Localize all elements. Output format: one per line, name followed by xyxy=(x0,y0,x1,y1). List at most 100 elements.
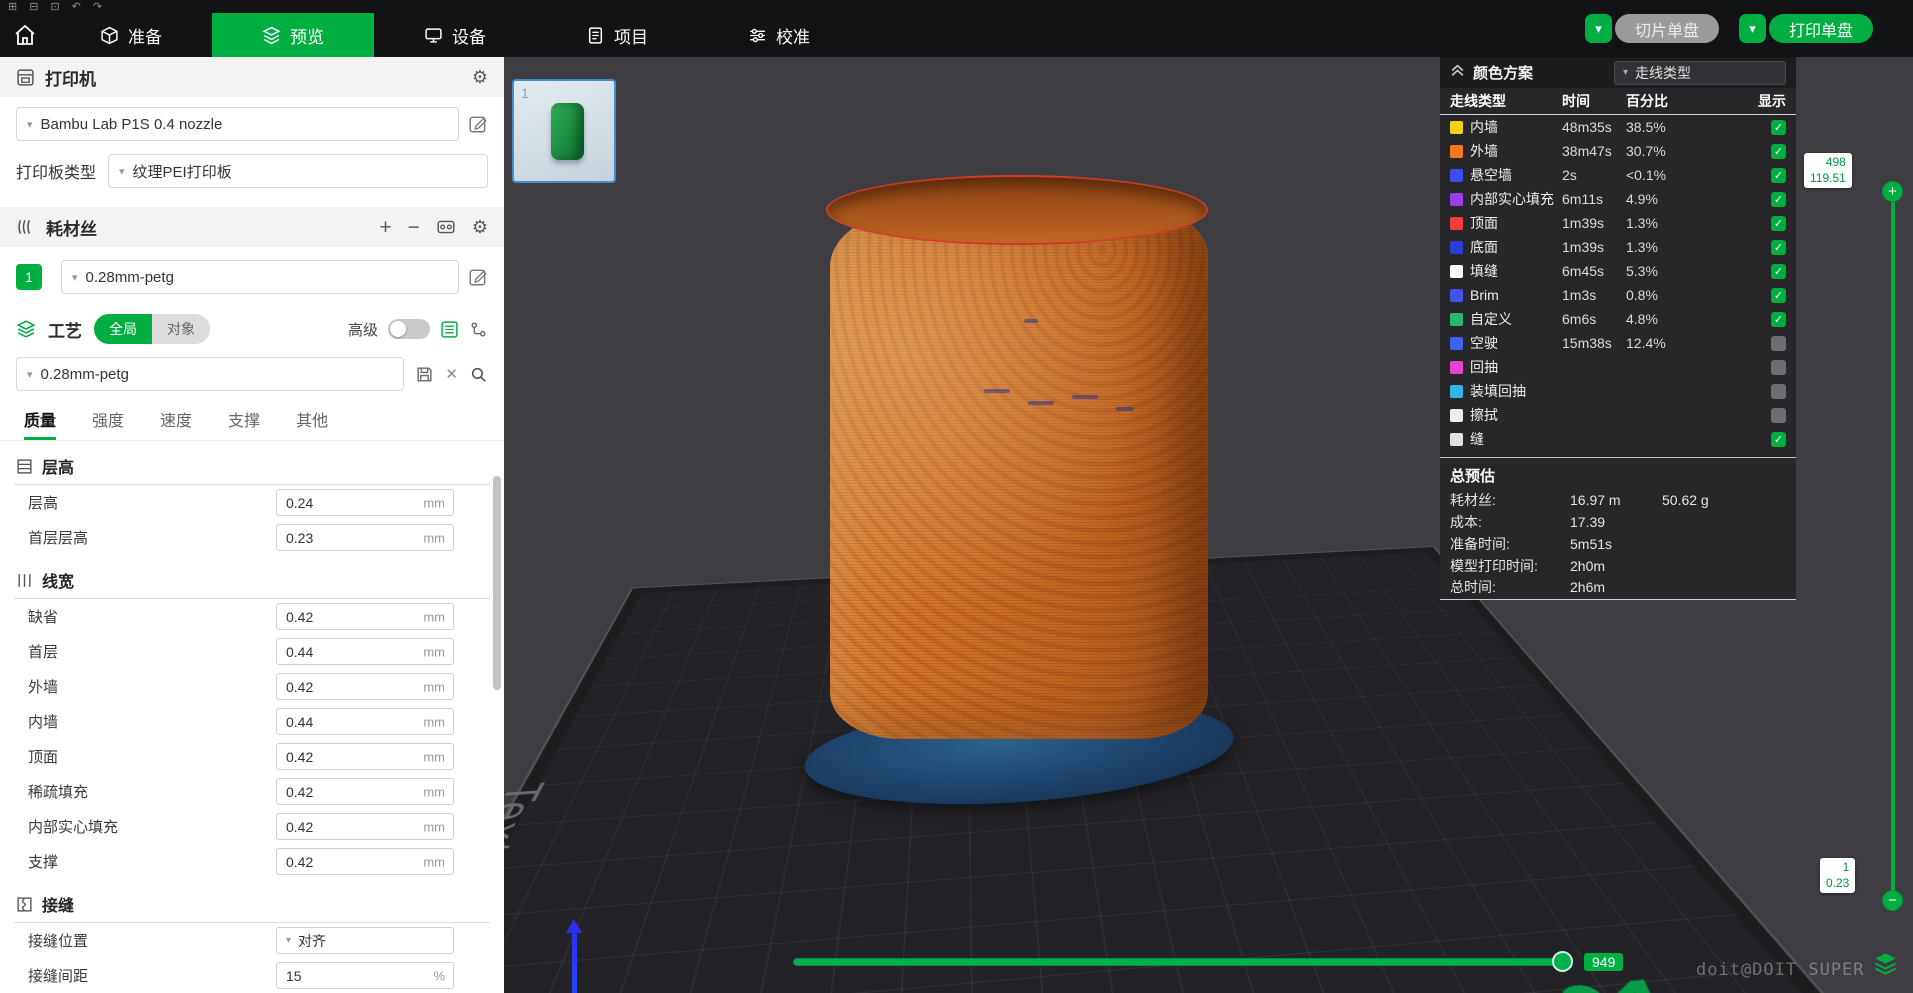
view-mode-select[interactable]: ▾ 走线类型 xyxy=(1614,61,1786,85)
slice-plate-button[interactable]: 切片单盘 xyxy=(1615,14,1719,43)
home-button[interactable] xyxy=(0,13,50,57)
color-swatch xyxy=(1450,337,1463,350)
legend-time: 38m47s xyxy=(1562,143,1626,159)
settings-sidebar: 打印机 ⚙ ▾ Bambu Lab P1S 0.4 nozzle 打印板类型 ▾… xyxy=(0,57,504,993)
tab-support[interactable]: 支撑 xyxy=(228,407,260,440)
advanced-toggle[interactable] xyxy=(388,319,430,339)
slice-split-button: ▾ 切片单盘 xyxy=(1585,14,1719,43)
process-section-title: 工艺 xyxy=(48,317,82,342)
tab-others[interactable]: 其他 xyxy=(296,407,328,440)
close-icon[interactable]: ✕ xyxy=(445,367,458,382)
top-layer-number: 498 xyxy=(1810,155,1846,171)
tab-strength[interactable]: 强度 xyxy=(92,407,124,440)
layer-slider-bottom-label: 1 0.23 xyxy=(1820,858,1855,893)
sidebar-scrollbar[interactable] xyxy=(493,476,501,690)
color-swatch xyxy=(1450,409,1463,422)
print-split-button: ▾ 打印单盘 xyxy=(1739,14,1873,43)
col-line-type: 走线类型 xyxy=(1450,91,1562,111)
move-slider[interactable] xyxy=(793,958,1563,966)
slice-dropdown-button[interactable]: ▾ xyxy=(1585,14,1612,43)
add-filament-button[interactable]: + xyxy=(379,217,391,238)
redo-icon[interactable]: ↷ xyxy=(93,2,102,13)
print-dropdown-button[interactable]: ▾ xyxy=(1739,14,1766,43)
legend-visibility-checkbox[interactable] xyxy=(1771,240,1786,255)
legend-visibility-checkbox[interactable] xyxy=(1771,216,1786,231)
layer-slider-top-handle[interactable]: + xyxy=(1882,181,1903,202)
section-seam: 接缝 xyxy=(14,879,490,923)
color-swatch xyxy=(1450,193,1463,206)
remove-filament-button[interactable]: − xyxy=(408,217,420,238)
new-icon[interactable]: ⊞ xyxy=(8,2,17,13)
layer-slider-bottom-handle[interactable]: − xyxy=(1882,890,1903,911)
filament-settings-gear-icon[interactable]: ⚙ xyxy=(472,218,488,236)
legend-label: 填缝 xyxy=(1470,261,1498,281)
print-plate-button[interactable]: 打印单盘 xyxy=(1769,14,1873,43)
legend-label: 悬空墙 xyxy=(1470,165,1512,185)
tab-calibration[interactable]: 校准 xyxy=(698,13,860,57)
printer-select[interactable]: ▾ Bambu Lab P1S 0.4 nozzle xyxy=(16,107,459,141)
param-input[interactable] xyxy=(276,962,454,989)
layer-slider[interactable] xyxy=(1891,192,1895,900)
legend-visibility-checkbox[interactable] xyxy=(1771,312,1786,327)
plate-type-select[interactable]: ▾ 纹理PEI打印板 xyxy=(108,154,488,188)
printer-edit-icon[interactable] xyxy=(468,114,488,134)
param-table-icon[interactable] xyxy=(440,320,459,339)
thumbnail-model xyxy=(551,103,584,160)
legend-visibility-checkbox[interactable] xyxy=(1771,144,1786,159)
legend-time: 1m39s xyxy=(1562,239,1626,255)
seam-position-select[interactable]: ▾ 对齐 xyxy=(276,927,454,954)
flush-volumes-icon[interactable] xyxy=(436,217,456,237)
filament-select[interactable]: ▾ 0.28mm-petg xyxy=(61,260,459,294)
printer-settings-gear-icon[interactable]: ⚙ xyxy=(472,68,488,86)
legend-pct: <0.1% xyxy=(1626,167,1736,183)
plate-thumbnail-1[interactable]: 1 xyxy=(512,79,616,183)
legend-visibility-checkbox[interactable] xyxy=(1771,120,1786,135)
process-preset-select[interactable]: ▾ 0.28mm-petg xyxy=(16,357,404,391)
move-slider-handle[interactable] xyxy=(1552,951,1573,972)
bottom-layer-number: 1 xyxy=(1826,860,1849,876)
mode-global-button[interactable]: 全局 xyxy=(94,314,152,344)
printed-model[interactable] xyxy=(830,207,1208,739)
tab-prepare[interactable]: 准备 xyxy=(50,13,212,57)
build-plate[interactable]: Textured PEI Plate 01 xyxy=(504,546,1913,993)
legend-visibility-checkbox[interactable] xyxy=(1771,432,1786,447)
param-unit: mm xyxy=(423,854,445,869)
chevron-down-icon: ▾ xyxy=(27,368,33,381)
tab-preview[interactable]: 预览 xyxy=(212,13,374,57)
summary-value: 2h0m xyxy=(1570,558,1662,574)
legend-row: Brim 1m3s 0.8% xyxy=(1440,283,1796,307)
filament-select-value: 0.28mm-petg xyxy=(86,269,174,286)
filament-slot-badge[interactable]: 1 xyxy=(16,264,42,290)
legend-visibility-checkbox[interactable] xyxy=(1771,264,1786,279)
save-icon[interactable]: ⊡ xyxy=(50,2,59,13)
param-label: 接缝位置 xyxy=(28,930,276,951)
assembly-view-icon[interactable] xyxy=(1872,950,1899,982)
legend-visibility-checkbox[interactable] xyxy=(1771,168,1786,183)
legend-row: 填缝 6m45s 5.3% xyxy=(1440,259,1796,283)
legend-time: 1m39s xyxy=(1562,215,1626,231)
tab-device[interactable]: 设备 xyxy=(374,13,536,57)
color-swatch xyxy=(1450,289,1463,302)
undo-icon[interactable]: ↶ xyxy=(72,2,81,13)
color-swatch xyxy=(1450,241,1463,254)
tab-speed[interactable]: 速度 xyxy=(160,407,192,440)
plate-type-row: 打印板类型 ▾ 纹理PEI打印板 xyxy=(0,154,504,188)
calibration-icon xyxy=(748,26,767,45)
tab-quality[interactable]: 质量 xyxy=(24,407,56,440)
legend-visibility-checkbox[interactable] xyxy=(1771,192,1786,207)
search-icon[interactable] xyxy=(469,365,488,384)
legend-visibility-checkbox[interactable] xyxy=(1771,384,1786,399)
summary-row: 总时间: 2h6m xyxy=(1440,577,1796,599)
save-preset-icon[interactable] xyxy=(415,365,434,384)
tab-project[interactable]: 项目 xyxy=(536,13,698,57)
legend-visibility-checkbox[interactable] xyxy=(1771,336,1786,351)
legend-visibility-checkbox[interactable] xyxy=(1771,288,1786,303)
compare-preset-icon[interactable] xyxy=(469,320,488,339)
filament-edit-icon[interactable] xyxy=(468,267,488,287)
legend-visibility-checkbox[interactable] xyxy=(1771,408,1786,423)
mode-objects-button[interactable]: 对象 xyxy=(152,314,210,344)
legend-visibility-checkbox[interactable] xyxy=(1771,360,1786,375)
summary-row: 耗材丝: 16.97 m 50.62 g xyxy=(1440,489,1796,511)
open-icon[interactable]: ⊟ xyxy=(29,2,38,13)
collapse-panel-icon[interactable] xyxy=(1450,63,1465,83)
